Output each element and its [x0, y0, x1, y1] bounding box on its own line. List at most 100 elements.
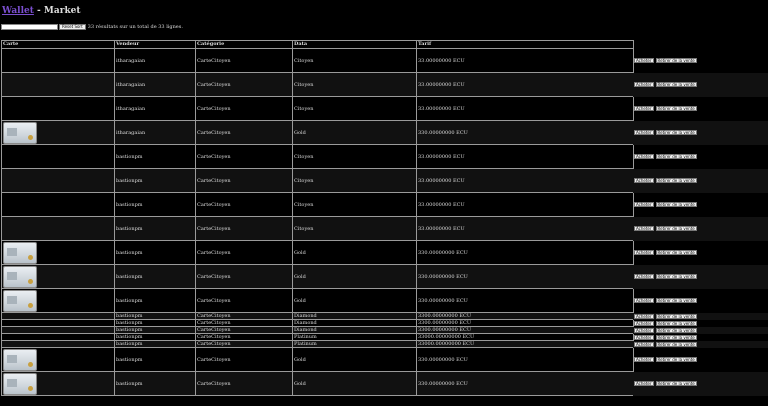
- seller-cell: itharagaian: [114, 96, 196, 121]
- withdraw-button[interactable]: Retirer de la vente: [655, 106, 697, 111]
- buy-button[interactable]: Acheter: [634, 58, 654, 63]
- search-input[interactable]: [1, 23, 58, 30]
- seller-cell: bastionpm: [114, 347, 196, 372]
- row-action-group: Acheter Retirer de la vente: [633, 326, 768, 334]
- row-action-group: Acheter Retirer de la vente: [633, 49, 768, 73]
- buy-button[interactable]: Acheter: [634, 82, 654, 87]
- column-header-seller[interactable]: Vendeur: [114, 40, 196, 49]
- table-row: bastionpm CarteCitoyen Gold 330.00000000 EC…: [1, 264, 634, 289]
- column-header-category[interactable]: Catégorie: [195, 40, 293, 49]
- price-cell: 330.00000000 ECU: [416, 288, 634, 313]
- seller-cell: itharagaian: [114, 48, 196, 73]
- withdraw-button[interactable]: Retirer de la vente: [655, 327, 697, 333]
- column-header-data[interactable]: Data: [292, 40, 417, 49]
- seller-cell: bastionpm: [114, 333, 196, 341]
- withdraw-button[interactable]: Retirer de la vente: [655, 298, 697, 303]
- card-cell: [1, 72, 115, 97]
- table-row: bastionpm CarteCitoyen Citoyen 33.00000000 …: [1, 144, 634, 169]
- row-action-group: Acheter Retirer de la vente: [633, 348, 768, 372]
- price-cell: 330.00000000 ECU: [416, 347, 634, 372]
- withdraw-button[interactable]: Retirer de la vente: [655, 320, 697, 326]
- buy-button[interactable]: Acheter: [634, 130, 654, 135]
- seller-cell: bastionpm: [114, 319, 196, 327]
- table-row: bastionpm CarteCitoyen Citoyen 33.00000000 …: [1, 168, 634, 193]
- withdraw-button[interactable]: Retirer de la vente: [655, 226, 697, 231]
- card-cell: [1, 240, 115, 265]
- category-cell: CarteCitoyen: [195, 96, 293, 121]
- row-action-group: Acheter Retirer de la vente: [633, 97, 768, 121]
- buy-button[interactable]: Acheter: [634, 106, 654, 111]
- column-header-price[interactable]: Tarif: [416, 40, 634, 49]
- market-table: Carte Vendeur Catégorie Data Tarif ithar…: [1, 40, 634, 396]
- withdraw-button[interactable]: Retirer de la vente: [655, 154, 697, 159]
- buy-button[interactable]: Acheter: [634, 274, 654, 279]
- card-image: [3, 372, 37, 395]
- card-cell: [1, 216, 115, 241]
- seller-cell: itharagaian: [114, 72, 196, 97]
- buy-button[interactable]: Acheter: [634, 250, 654, 255]
- price-cell: 330.00000000 ECU: [416, 120, 634, 145]
- card-cell: [1, 326, 115, 334]
- category-cell: CarteCitoyen: [195, 216, 293, 241]
- withdraw-button[interactable]: Retirer de la vente: [655, 202, 697, 207]
- seller-cell: bastionpm: [114, 168, 196, 193]
- seller-cell: bastionpm: [114, 371, 196, 396]
- withdraw-button[interactable]: Retirer de la vente: [655, 341, 697, 347]
- buy-button[interactable]: Acheter: [634, 357, 654, 362]
- buy-button[interactable]: Acheter: [634, 313, 654, 319]
- buy-button[interactable]: Acheter: [634, 341, 654, 347]
- card-image: [3, 121, 37, 144]
- data-cell: Citoyen: [292, 144, 417, 169]
- withdraw-button[interactable]: Retirer de la vente: [655, 250, 697, 255]
- table-row: bastionpm CarteCitoyen Platinum 33000.00000…: [1, 340, 634, 348]
- row-action-group: Acheter Retirer de la vente: [633, 334, 768, 341]
- table-row: itharagaian CarteCitoyen Citoyen 33.0000000…: [1, 96, 634, 121]
- reset-sort-button[interactable]: Reset Sort: [59, 23, 86, 30]
- withdraw-button[interactable]: Retirer de la vente: [655, 313, 697, 319]
- data-cell: Gold: [292, 120, 417, 145]
- header-separator: -: [33, 6, 44, 16]
- table-row: bastionpm CarteCitoyen Gold 330.00000000 EC…: [1, 288, 634, 313]
- withdraw-button[interactable]: Retirer de la vente: [655, 82, 697, 87]
- table-row: bastionpm CarteCitoyen Citoyen 33.00000000 …: [1, 192, 634, 217]
- withdraw-button[interactable]: Retirer de la vente: [655, 58, 697, 63]
- data-cell: Citoyen: [292, 192, 417, 217]
- withdraw-button[interactable]: Retirer de la vente: [655, 130, 697, 135]
- withdraw-button[interactable]: Retirer de la vente: [655, 381, 697, 386]
- row-action-group: Acheter Retirer de la vente: [633, 72, 768, 97]
- price-cell: 3300.00000000 ECU: [416, 326, 634, 334]
- table-row: bastionpm CarteCitoyen Diamond 3300.0000000…: [1, 312, 634, 320]
- category-cell: CarteCitoyen: [195, 340, 293, 348]
- withdraw-button[interactable]: Retirer de la vente: [655, 357, 697, 362]
- price-cell: 330.00000000 ECU: [416, 240, 634, 265]
- seller-cell: bastionpm: [114, 264, 196, 289]
- buy-button[interactable]: Acheter: [634, 320, 654, 326]
- price-cell: 33.00000000 ECU: [416, 72, 634, 97]
- wallet-link[interactable]: Wallet: [2, 6, 34, 16]
- buy-button[interactable]: Acheter: [634, 226, 654, 231]
- buy-button[interactable]: Acheter: [634, 154, 654, 159]
- data-cell: Citoyen: [292, 96, 417, 121]
- card-cell: [1, 264, 115, 289]
- category-cell: CarteCitoyen: [195, 319, 293, 327]
- category-cell: CarteCitoyen: [195, 371, 293, 396]
- price-cell: 33.00000000 ECU: [416, 192, 634, 217]
- buy-button[interactable]: Acheter: [634, 334, 654, 340]
- card-image: [3, 265, 37, 288]
- data-cell: Gold: [292, 240, 417, 265]
- withdraw-button[interactable]: Retirer de la vente: [655, 274, 697, 279]
- category-cell: CarteCitoyen: [195, 264, 293, 289]
- card-cell: [1, 48, 115, 73]
- result-count-text: 33 résultats sur un total de 33 lignes.: [87, 23, 183, 30]
- row-action-group: Acheter Retirer de la vente: [633, 371, 768, 396]
- buy-button[interactable]: Acheter: [634, 381, 654, 386]
- buy-button[interactable]: Acheter: [634, 202, 654, 207]
- buy-button[interactable]: Acheter: [634, 178, 654, 183]
- column-header-card[interactable]: Carte: [1, 40, 115, 49]
- buy-button[interactable]: Acheter: [634, 298, 654, 303]
- withdraw-button[interactable]: Retirer de la vente: [655, 334, 697, 340]
- withdraw-button[interactable]: Retirer de la vente: [655, 178, 697, 183]
- buy-button[interactable]: Acheter: [634, 327, 654, 333]
- price-cell: 330.00000000 ECU: [416, 264, 634, 289]
- card-image: [3, 241, 37, 264]
